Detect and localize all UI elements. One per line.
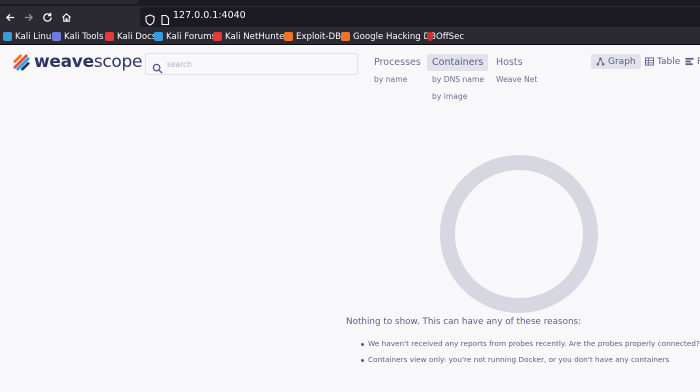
nethunter-icon bbox=[213, 32, 222, 41]
weave-logo-icon bbox=[13, 53, 30, 71]
table-icon bbox=[645, 57, 654, 66]
kali-forums-icon bbox=[154, 32, 163, 41]
search-icon bbox=[152, 59, 163, 74]
table-view-button[interactable]: Table bbox=[640, 54, 685, 69]
weave-scope-app: weavescope Processes by name Containers … bbox=[0, 45, 700, 392]
empty-state-title: Nothing to show. This can have any of th… bbox=[346, 317, 582, 327]
bookmark-offsec[interactable]: OffSec bbox=[427, 30, 464, 43]
list-item: We haven't received any reports from pro… bbox=[361, 339, 700, 355]
forward-icon[interactable] bbox=[20, 9, 36, 25]
resources-icon bbox=[685, 57, 694, 66]
page-icon[interactable] bbox=[159, 11, 171, 26]
home-icon[interactable] bbox=[58, 9, 74, 25]
search-box[interactable] bbox=[145, 53, 358, 75]
bookmark-kali-forums[interactable]: Kali Forums bbox=[154, 30, 216, 43]
topology-sub-processes-by-name[interactable]: by name bbox=[374, 75, 407, 84]
kali-tools-icon bbox=[52, 32, 61, 41]
list-item: Containers view only: you're not running… bbox=[361, 355, 700, 371]
resources-view-button[interactable]: R bbox=[680, 54, 700, 69]
active-tab[interactable] bbox=[0, 0, 138, 4]
topology-sub-containers-by-image[interactable]: by image bbox=[432, 92, 467, 101]
graph-view-button[interactable]: Graph bbox=[591, 54, 641, 69]
bookmark-google-hacking-db[interactable]: Google Hacking DB bbox=[341, 30, 436, 43]
topology-processes[interactable]: Processes bbox=[369, 54, 426, 71]
logo-wordmark: weavescope bbox=[34, 52, 143, 72]
search-input[interactable] bbox=[167, 57, 352, 72]
topology-sub-containers-by-dns-name[interactable]: by DNS name bbox=[432, 75, 484, 84]
topology-sub-hosts-weave-net[interactable]: Weave Net bbox=[496, 75, 537, 84]
bookmark-kali-linux[interactable]: Kali Linux bbox=[3, 30, 56, 43]
browser-toolbar: 127.0.0.1:4040 bbox=[0, 6, 700, 28]
empty-state-reasons: We haven't received any reports from pro… bbox=[361, 339, 700, 371]
bookmarks-bar: Kali Linux Kali Tools Kali Docs Kali For… bbox=[0, 28, 700, 45]
bookmark-kali-docs[interactable]: Kali Docs bbox=[105, 30, 156, 43]
empty-graph-ring bbox=[440, 155, 598, 313]
kali-dragon-icon bbox=[3, 32, 12, 41]
topology-hosts[interactable]: Hosts bbox=[491, 54, 528, 71]
address-bar[interactable]: 127.0.0.1:4040 bbox=[140, 7, 700, 27]
ghdb-icon bbox=[341, 32, 350, 41]
kali-docs-icon bbox=[105, 32, 114, 41]
bookmark-kali-tools[interactable]: Kali Tools bbox=[52, 30, 103, 43]
offsec-icon bbox=[427, 32, 433, 41]
weavescope-logo[interactable]: weavescope bbox=[12, 51, 142, 73]
back-icon[interactable] bbox=[2, 9, 18, 25]
bookmark-kali-nethunter[interactable]: Kali NetHunter bbox=[213, 30, 288, 43]
shield-icon[interactable] bbox=[144, 11, 156, 26]
reload-icon[interactable] bbox=[39, 9, 55, 25]
bookmark-exploit-db[interactable]: Exploit-DB bbox=[284, 30, 341, 43]
exploit-db-icon bbox=[284, 32, 293, 41]
url-text[interactable]: 127.0.0.1:4040 bbox=[173, 10, 246, 21]
topology-containers[interactable]: Containers bbox=[427, 54, 489, 71]
graph-icon bbox=[596, 57, 605, 66]
